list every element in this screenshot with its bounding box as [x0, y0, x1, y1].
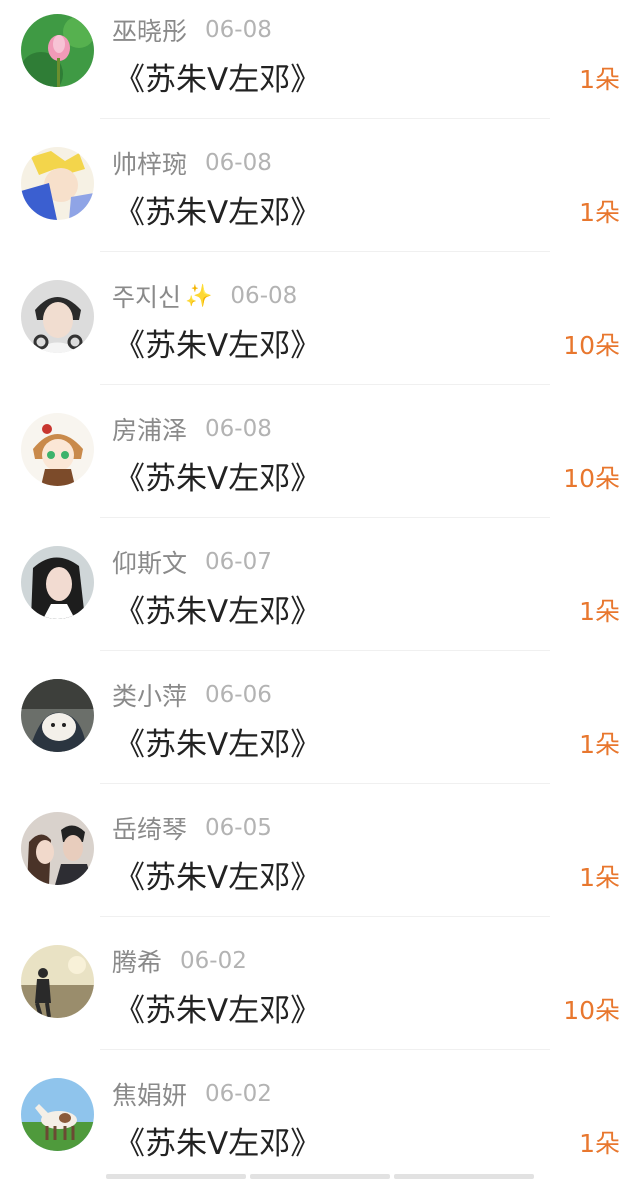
- book-title: 《苏朱V左邓》: [114, 993, 322, 1029]
- book-title: 《苏朱V左邓》: [114, 461, 322, 497]
- divider: [100, 650, 550, 651]
- gift-count: 10朵: [563, 331, 620, 360]
- list-item[interactable]: 房浦泽 06-08 《苏朱V左邓》 10朵: [0, 399, 640, 532]
- row-meta: 仰斯文 06-07: [112, 544, 272, 580]
- user-name[interactable]: 巫晓彤: [112, 12, 187, 48]
- user-name[interactable]: 仰斯文: [112, 544, 187, 580]
- divider: [100, 118, 550, 119]
- gift-count: 1朵: [579, 198, 620, 227]
- row-meta: 巫晓彤 06-08: [112, 12, 272, 48]
- book-title: 《苏朱V左邓》: [114, 62, 322, 98]
- gift-date: 06-05: [205, 815, 272, 841]
- avatar[interactable]: [21, 679, 94, 752]
- avatar[interactable]: [21, 945, 94, 1018]
- row-meta: 房浦泽 06-08: [112, 411, 272, 447]
- divider: [100, 251, 550, 252]
- gift-count: 1朵: [579, 597, 620, 626]
- gift-date: 06-08: [205, 17, 272, 43]
- bottom-toolbar-edge: [106, 1174, 534, 1179]
- avatar[interactable]: [21, 147, 94, 220]
- gift-count: 1朵: [579, 730, 620, 759]
- row-meta: 焦娟妍 06-02: [112, 1076, 272, 1112]
- toolbar-segment: [394, 1174, 534, 1179]
- gift-date: 06-08: [205, 416, 272, 442]
- gift-record-list: 巫晓彤 06-08 《苏朱V左邓》 1朵 帅梓琬 06-08 《苏朱V左邓》 1…: [0, 0, 640, 1197]
- gift-count: 1朵: [579, 863, 620, 892]
- gift-date: 06-08: [230, 283, 298, 309]
- divider: [100, 1049, 550, 1050]
- book-title: 《苏朱V左邓》: [114, 594, 322, 630]
- list-item[interactable]: 类小萍 06-06 《苏朱V左邓》 1朵: [0, 665, 640, 798]
- avatar[interactable]: [21, 280, 94, 353]
- divider: [100, 783, 550, 784]
- user-name[interactable]: 焦娟妍: [112, 1076, 187, 1112]
- gift-count: 1朵: [579, 65, 620, 94]
- gift-count: 10朵: [563, 464, 620, 493]
- divider: [100, 517, 550, 518]
- gift-date: 06-02: [205, 1081, 272, 1107]
- avatar[interactable]: [21, 546, 94, 619]
- user-name[interactable]: 주지신: [112, 278, 181, 314]
- gift-date: 06-08: [205, 150, 272, 176]
- book-title: 《苏朱V左邓》: [114, 727, 322, 763]
- list-item[interactable]: 帅梓琬 06-08 《苏朱V左邓》 1朵: [0, 133, 640, 266]
- avatar[interactable]: [21, 1078, 94, 1151]
- book-title: 《苏朱V左邓》: [114, 860, 322, 896]
- toolbar-segment: [250, 1174, 390, 1179]
- user-name[interactable]: 岳绮琴: [112, 810, 187, 846]
- gift-date: 06-02: [180, 948, 247, 974]
- avatar[interactable]: [21, 413, 94, 486]
- list-item[interactable]: 주지신 ✨ 06-08 《苏朱V左邓》 10朵: [0, 266, 640, 399]
- gift-count: 10朵: [563, 996, 620, 1025]
- toolbar-segment: [106, 1174, 246, 1179]
- user-name[interactable]: 类小萍: [112, 677, 187, 713]
- user-name[interactable]: 房浦泽: [112, 411, 187, 447]
- list-item[interactable]: 腾希 06-02 《苏朱V左邓》 10朵: [0, 931, 640, 1064]
- sparkle-icon: ✨: [185, 283, 213, 309]
- list-item[interactable]: 岳绮琴 06-05 《苏朱V左邓》 1朵: [0, 798, 640, 931]
- list-item[interactable]: 巫晓彤 06-08 《苏朱V左邓》 1朵: [0, 0, 640, 133]
- row-meta: 腾希 06-02: [112, 943, 247, 979]
- avatar[interactable]: [21, 812, 94, 885]
- user-name[interactable]: 帅梓琬: [112, 145, 187, 181]
- divider: [100, 916, 550, 917]
- list-item[interactable]: 仰斯文 06-07 《苏朱V左邓》 1朵: [0, 532, 640, 665]
- row-meta: 帅梓琬 06-08: [112, 145, 272, 181]
- avatar[interactable]: [21, 14, 94, 87]
- user-name[interactable]: 腾希: [112, 943, 162, 979]
- book-title: 《苏朱V左邓》: [114, 328, 322, 364]
- gift-date: 06-06: [205, 682, 272, 708]
- row-meta: 주지신 ✨ 06-08: [112, 278, 297, 314]
- gift-date: 06-07: [205, 549, 272, 575]
- gift-count: 1朵: [579, 1129, 620, 1158]
- divider: [100, 384, 550, 385]
- row-meta: 类小萍 06-06: [112, 677, 272, 713]
- row-meta: 岳绮琴 06-05: [112, 810, 272, 846]
- book-title: 《苏朱V左邓》: [114, 195, 322, 231]
- book-title: 《苏朱V左邓》: [114, 1126, 322, 1162]
